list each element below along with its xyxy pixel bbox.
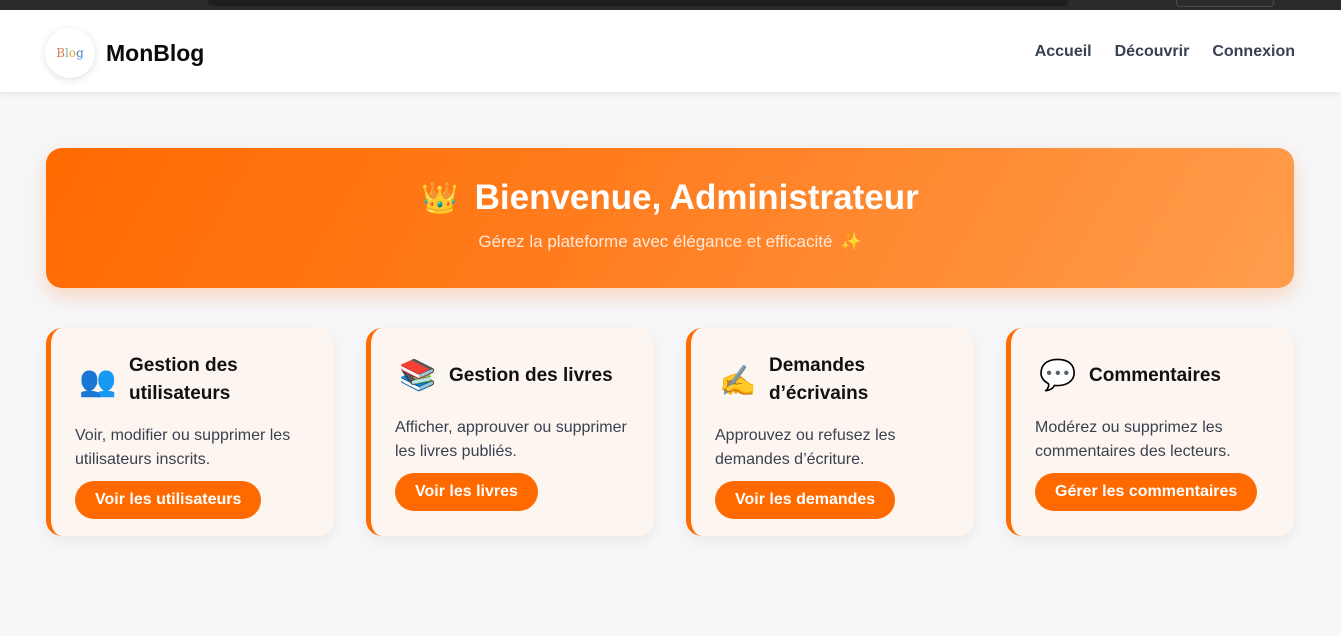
- welcome-title: Bienvenue, Administrateur: [474, 178, 919, 217]
- card-comments: 💬 Commentaires Modérez ou supprimez les …: [1006, 328, 1294, 536]
- browser-button: [1176, 0, 1274, 7]
- address-bar: [208, 0, 1068, 6]
- speech-bubble-icon: 💬: [1039, 359, 1077, 392]
- crown-icon: 👑: [421, 181, 459, 215]
- manage-comments-button[interactable]: Gérer les commentaires: [1035, 473, 1258, 511]
- sparkles-icon: ✨: [840, 232, 862, 251]
- card-description: Voir, modifier ou supprimer les utilisat…: [75, 427, 291, 468]
- card-description: Approuvez ou refusez les demandes d’écri…: [715, 427, 896, 468]
- card-description: Afficher, approuver ou supprimer les liv…: [395, 419, 627, 460]
- card-writer-requests: ✍️ Demandes d’écrivains Approuvez ou ref…: [686, 328, 974, 536]
- card-title: Demandes d’écrivains: [769, 355, 869, 404]
- card-title: Commentaires: [1089, 365, 1221, 386]
- books-icon: 📚: [399, 359, 437, 392]
- brand-name[interactable]: MonBlog: [106, 40, 204, 67]
- nav-connexion[interactable]: Connexion: [1212, 43, 1295, 61]
- users-icon: 👥: [79, 365, 117, 398]
- view-users-button[interactable]: Voir les utilisateurs: [75, 481, 262, 519]
- welcome-subtitle: Gérez la plateforme avec élégance et eff…: [478, 232, 833, 251]
- browser-top-strip: [0, 0, 1341, 10]
- nav-decouvrir[interactable]: Découvrir: [1115, 43, 1190, 61]
- card-users: 👥 Gestion des utilisateurs Voir, modifie…: [46, 328, 334, 536]
- card-books: 📚 Gestion des livres Afficher, approuver…: [366, 328, 654, 536]
- writing-hand-icon: ✍️: [719, 365, 757, 398]
- logo[interactable]: Blog: [45, 28, 95, 78]
- welcome-banner: 👑 Bienvenue, Administrateur Gérez la pla…: [46, 148, 1294, 288]
- site-header: Blog MonBlog Accueil Découvrir Connexion: [0, 10, 1341, 92]
- view-requests-button[interactable]: Voir les demandes: [715, 481, 896, 519]
- nav-accueil[interactable]: Accueil: [1035, 43, 1092, 61]
- card-description: Modérez ou supprimez les commentaires de…: [1035, 419, 1231, 460]
- card-title: Gestion des utilisateurs: [129, 355, 238, 404]
- card-title: Gestion des livres: [449, 365, 613, 386]
- view-books-button[interactable]: Voir les livres: [395, 473, 538, 511]
- main-nav: Accueil Découvrir Connexion: [1035, 43, 1295, 61]
